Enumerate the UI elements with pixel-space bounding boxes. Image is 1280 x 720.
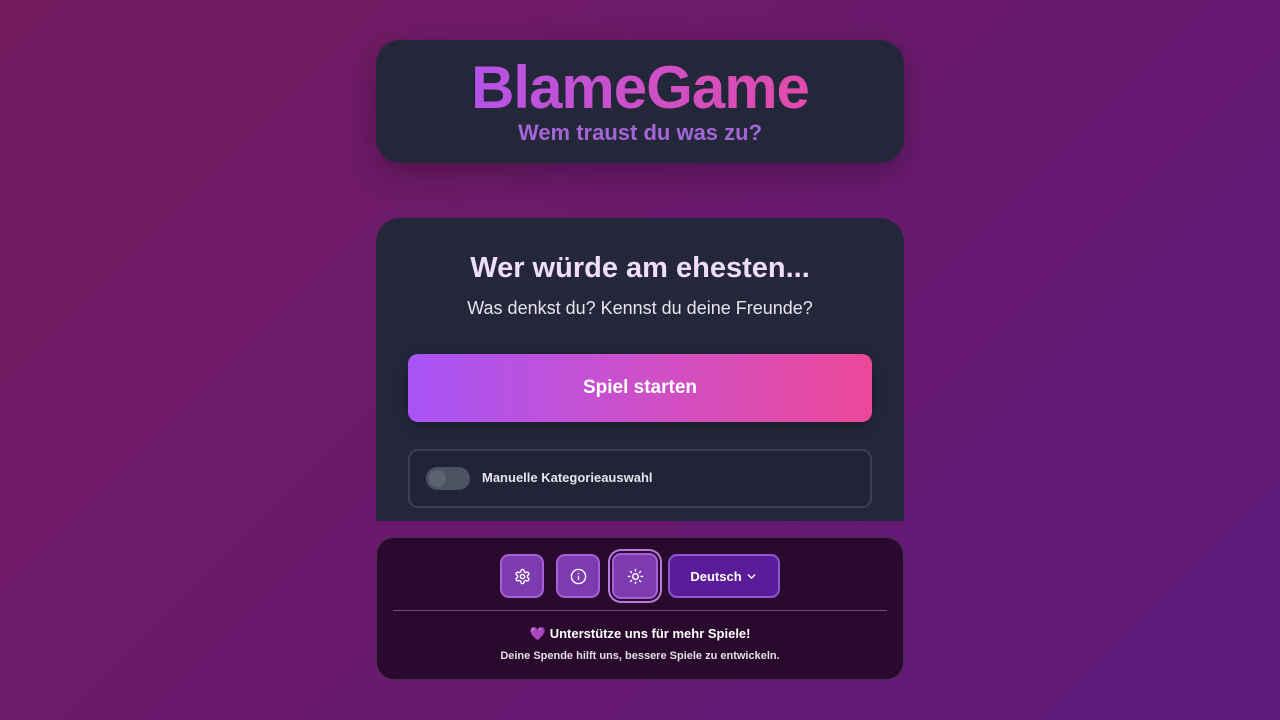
manual-category-label: Manuelle Kategorieauswahl [482, 470, 653, 485]
app-subtitle: Wem traust du was zu? [517, 120, 763, 145]
language-select[interactable]: Deutsch [668, 554, 780, 598]
footer-panel: Deutsch 💜 Unterstütze uns für mehr Spiele… [376, 537, 904, 680]
footer-divider [393, 610, 887, 611]
donation-text: Deine Spende hilft uns, bessere Spiele z… [500, 650, 780, 662]
manual-category-setting: Manuelle Kategorieauswahl [408, 449, 872, 508]
settings-button[interactable] [500, 554, 544, 598]
start-game-button[interactable]: Spiel starten [408, 354, 872, 422]
gear-icon [514, 568, 530, 584]
main-card: Wer würde am ehesten... Was denkst du? K… [376, 218, 904, 521]
support-heading: 💜 Unterstütze uns für mehr Spiele! [377, 627, 903, 640]
game-subtitle: Was denkst du? Kennst du deine Freunde? [467, 298, 813, 318]
heart-icon: 💜 [529, 626, 546, 641]
info-button[interactable] [556, 554, 600, 598]
theme-toggle-button[interactable] [612, 553, 658, 599]
sun-icon [627, 568, 643, 584]
language-label: Deutsch [690, 568, 742, 584]
header-card: BlameGame Wem traust du was zu? [376, 40, 904, 163]
manual-category-toggle[interactable] [426, 467, 470, 490]
support-title[interactable]: Unterstütze uns für mehr Spiele! [550, 626, 751, 641]
game-title: Wer würde am ehesten... [470, 252, 810, 284]
chevron-down-icon [747, 573, 756, 579]
toggle-knob [429, 470, 446, 487]
app-title: BlameGame [376, 58, 904, 118]
info-icon [570, 568, 586, 584]
